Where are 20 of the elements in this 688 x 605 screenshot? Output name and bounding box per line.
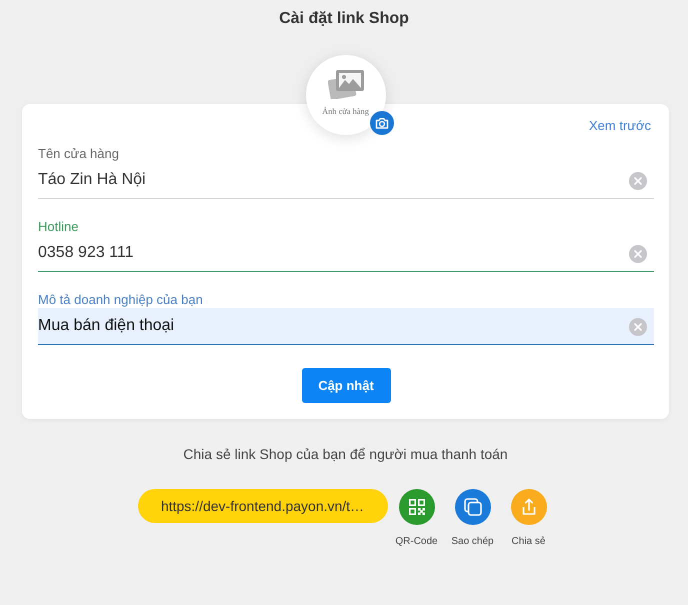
field-label: Mô tả doanh nghiệp của bạn bbox=[38, 292, 204, 308]
text-field[interactable]: Mua bán điện thoại bbox=[38, 308, 654, 345]
field-label: Tên cửa hàng bbox=[38, 146, 120, 162]
share-caption: Chia sẻ link Shop của bạn để người mua thanh toán bbox=[182, 445, 509, 464]
qr-code-button[interactable]: QR-Code bbox=[392, 489, 442, 548]
shop-link[interactable]: https://dev-frontend.payon.vn/t… bbox=[138, 489, 388, 523]
image-icon bbox=[328, 69, 364, 99]
update-button[interactable]: Cập nhật bbox=[302, 368, 390, 403]
image-caption: Ảnh cửa hàng bbox=[322, 106, 369, 117]
preview-link[interactable]: Xem trước bbox=[588, 118, 651, 134]
clear-icon[interactable] bbox=[629, 318, 647, 336]
page-title: Cài đặt link Shop bbox=[278, 9, 410, 29]
clear-icon[interactable] bbox=[629, 244, 647, 262]
field-label: Hotline bbox=[38, 219, 80, 235]
copy-button[interactable]: Sao chép bbox=[448, 489, 498, 548]
share-icon[interactable] bbox=[510, 489, 546, 525]
copy-icon[interactable] bbox=[454, 489, 490, 525]
qr-code-icon[interactable] bbox=[398, 489, 434, 525]
clear-icon[interactable] bbox=[629, 172, 647, 190]
share-button[interactable]: Chia sẻ bbox=[504, 489, 554, 548]
